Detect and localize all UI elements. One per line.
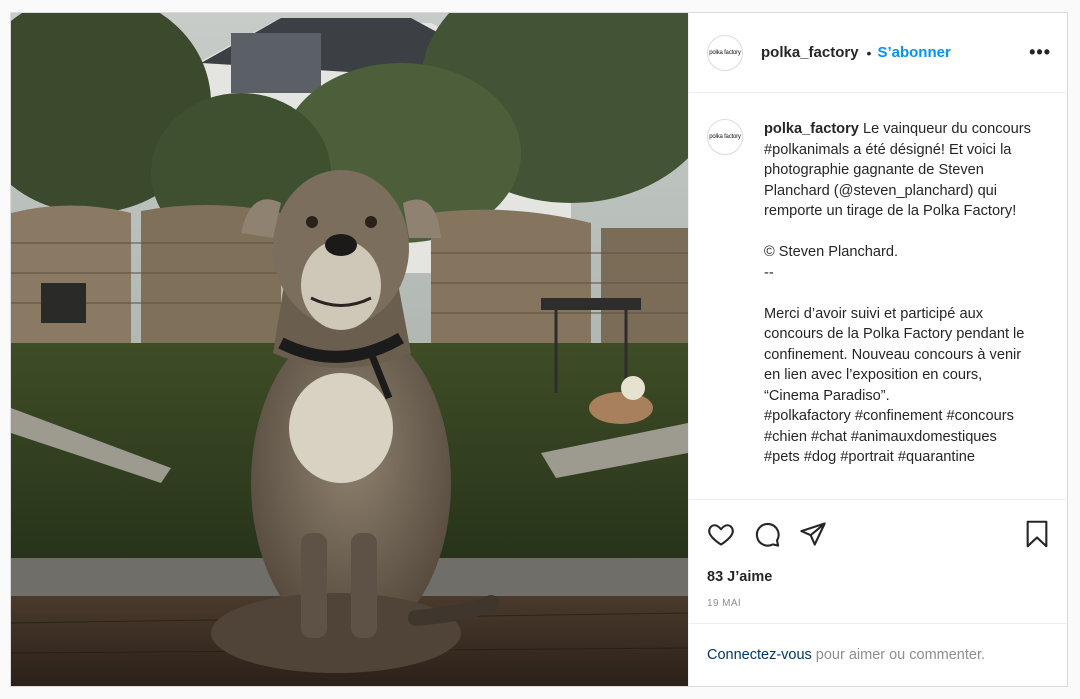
caption-text: polka_factory Le vainqueur du concours #…: [764, 119, 1036, 499]
avatar[interactable]: polka factory: [707, 34, 743, 71]
likes-count[interactable]: 83 J’aime: [689, 567, 1067, 595]
avatar-logo-text: polka factory: [709, 134, 741, 140]
instagram-post: polka factory polka_factory • S’abonner …: [10, 12, 1068, 687]
heart-icon[interactable]: [707, 520, 735, 548]
avatar-logo-text: polka factory: [709, 49, 741, 56]
dog-photo-illustration: [11, 13, 688, 686]
post-photo[interactable]: [11, 13, 688, 686]
login-prompt-text: pour aimer ou commenter.: [815, 647, 986, 663]
follow-button[interactable]: S’abonner: [877, 44, 950, 61]
caption-avatar[interactable]: polka factory: [707, 119, 743, 155]
separator-dot: •: [866, 44, 872, 61]
login-prompt: Connectez-vous pour aimer ou commenter.: [689, 623, 1067, 686]
comment-icon[interactable]: [753, 520, 781, 548]
action-bar: [689, 499, 1067, 567]
caption-author-link[interactable]: polka_factory: [764, 121, 859, 137]
more-options-icon[interactable]: •••: [1029, 42, 1051, 63]
share-icon[interactable]: [799, 520, 827, 548]
caption-paragraph-3: Merci d’avoir suivi et participé aux con…: [764, 305, 1025, 466]
login-link[interactable]: Connectez-vous: [707, 647, 812, 663]
caption-paragraph-2: © Steven Planchard. --: [764, 244, 899, 281]
caption-area[interactable]: polka factory polka_factory Le vainqueur…: [689, 93, 1067, 499]
bookmark-icon[interactable]: [1023, 520, 1051, 548]
post-header: polka factory polka_factory • S’abonner …: [689, 13, 1067, 93]
post-date[interactable]: 19 MAI: [689, 595, 1067, 623]
post-sidebar: polka factory polka_factory • S’abonner …: [688, 13, 1067, 686]
username-link[interactable]: polka_factory: [761, 44, 859, 61]
